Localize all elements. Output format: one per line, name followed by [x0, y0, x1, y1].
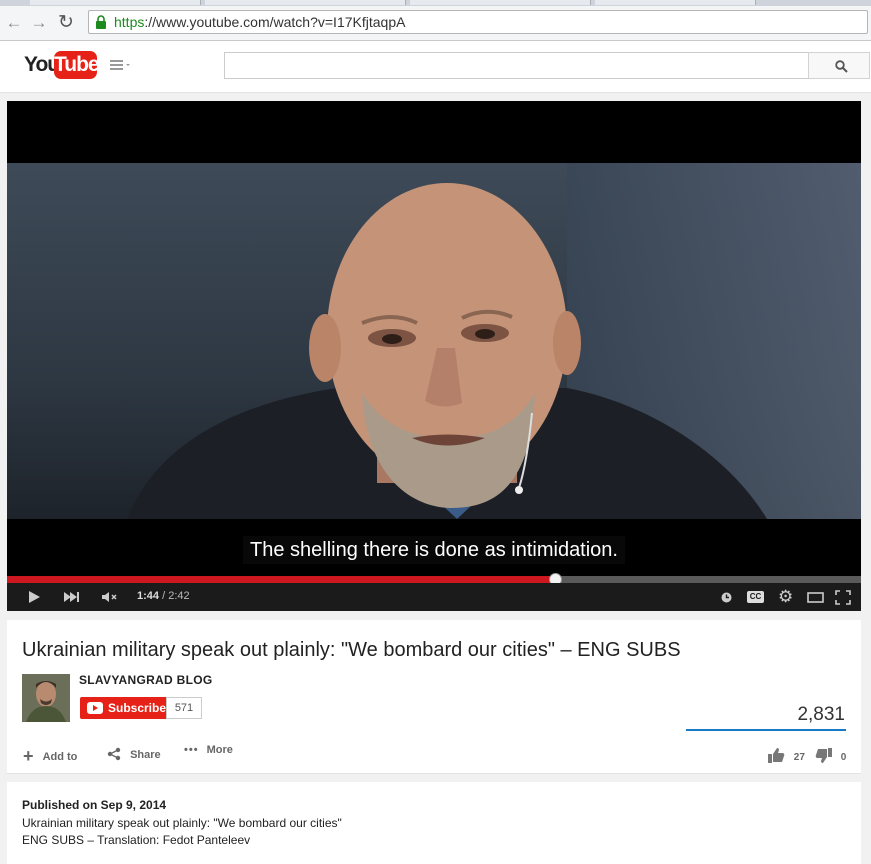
watch-later-icon[interactable]	[721, 592, 732, 603]
add-to-button[interactable]: + Add to	[23, 744, 77, 766]
tab[interactable]	[595, 0, 756, 5]
search-button[interactable]	[808, 52, 870, 79]
reload-icon[interactable]: ↻	[56, 13, 76, 33]
watch-info-panel: Ukrainian military speak out plainly: "W…	[7, 620, 861, 774]
theater-icon[interactable]	[807, 592, 824, 603]
guide-menu-icon[interactable]	[110, 57, 132, 73]
like-button[interactable]: 27	[767, 744, 805, 763]
url-text: https://www.youtube.com/watch?v=I17Kfjta…	[114, 14, 406, 30]
tab[interactable]	[30, 0, 201, 5]
search-input[interactable]	[224, 52, 809, 79]
caption-text: The shelling there is done as intimidati…	[7, 536, 861, 564]
tab[interactable]	[410, 0, 591, 5]
logo-tube[interactable]: Tube	[54, 51, 100, 79]
address-bar[interactable]: https://www.youtube.com/watch?v=I17Kfjta…	[88, 10, 868, 34]
browser-toolbar: ← → ↻ https://www.youtube.com/watch?v=I1…	[0, 6, 871, 41]
description-line: Ukrainian military speak out plainly: "W…	[22, 816, 342, 830]
cc-icon[interactable]: CC	[747, 591, 764, 603]
description-line: ENG SUBS – Translation: Fedot Panteleev	[22, 833, 251, 847]
arrow-right-icon[interactable]: →	[29, 13, 49, 33]
share-icon	[107, 747, 121, 761]
player-controls: 1:44 / 2:42 CC ⚙	[7, 583, 861, 611]
share-button[interactable]: Share	[107, 744, 161, 761]
search-icon	[835, 60, 848, 73]
publish-date: Published on Sep 9, 2014	[22, 798, 167, 812]
fullscreen-icon[interactable]	[835, 590, 851, 605]
thumbs-up-icon	[768, 748, 785, 763]
settings-icon[interactable]: ⚙	[778, 587, 793, 607]
view-count-bar	[686, 729, 846, 731]
next-icon[interactable]	[63, 591, 79, 603]
more-dots-icon: •••	[184, 744, 199, 756]
padlock-icon	[96, 15, 106, 29]
time-display: 1:44 / 2:42	[137, 590, 190, 602]
progress-played	[7, 576, 555, 583]
avatar-image	[22, 674, 70, 722]
mute-icon[interactable]	[101, 591, 119, 603]
video-player[interactable]: The shelling there is done as intimidati…	[7, 101, 861, 611]
video-description: Published on Sep 9, 2014 Ukrainian milit…	[7, 782, 861, 864]
subscribe-button[interactable]: Subscribe	[80, 697, 166, 719]
thumbs-down-icon	[815, 748, 832, 763]
avatar[interactable]	[22, 674, 70, 722]
youtube-play-icon	[87, 702, 103, 714]
tab[interactable]	[205, 0, 406, 5]
play-icon[interactable]	[27, 590, 41, 604]
subscriber-count: 571	[166, 697, 202, 719]
arrow-left-icon[interactable]: ←	[4, 13, 24, 33]
channel-name[interactable]: SLAVYANGRAD BLOG	[79, 673, 212, 687]
video-frame-image	[127, 183, 767, 519]
view-count: 2,831	[797, 704, 845, 725]
video-frame[interactable]	[7, 163, 861, 519]
video-title: Ukrainian military speak out plainly: "W…	[22, 639, 681, 661]
youtube-masthead: You Tube	[0, 41, 871, 93]
subscribe-label: Subscribe	[108, 701, 167, 715]
plus-icon: +	[23, 746, 34, 766]
dislike-button[interactable]: 0	[815, 744, 846, 763]
more-button[interactable]: ••• More	[184, 744, 233, 756]
